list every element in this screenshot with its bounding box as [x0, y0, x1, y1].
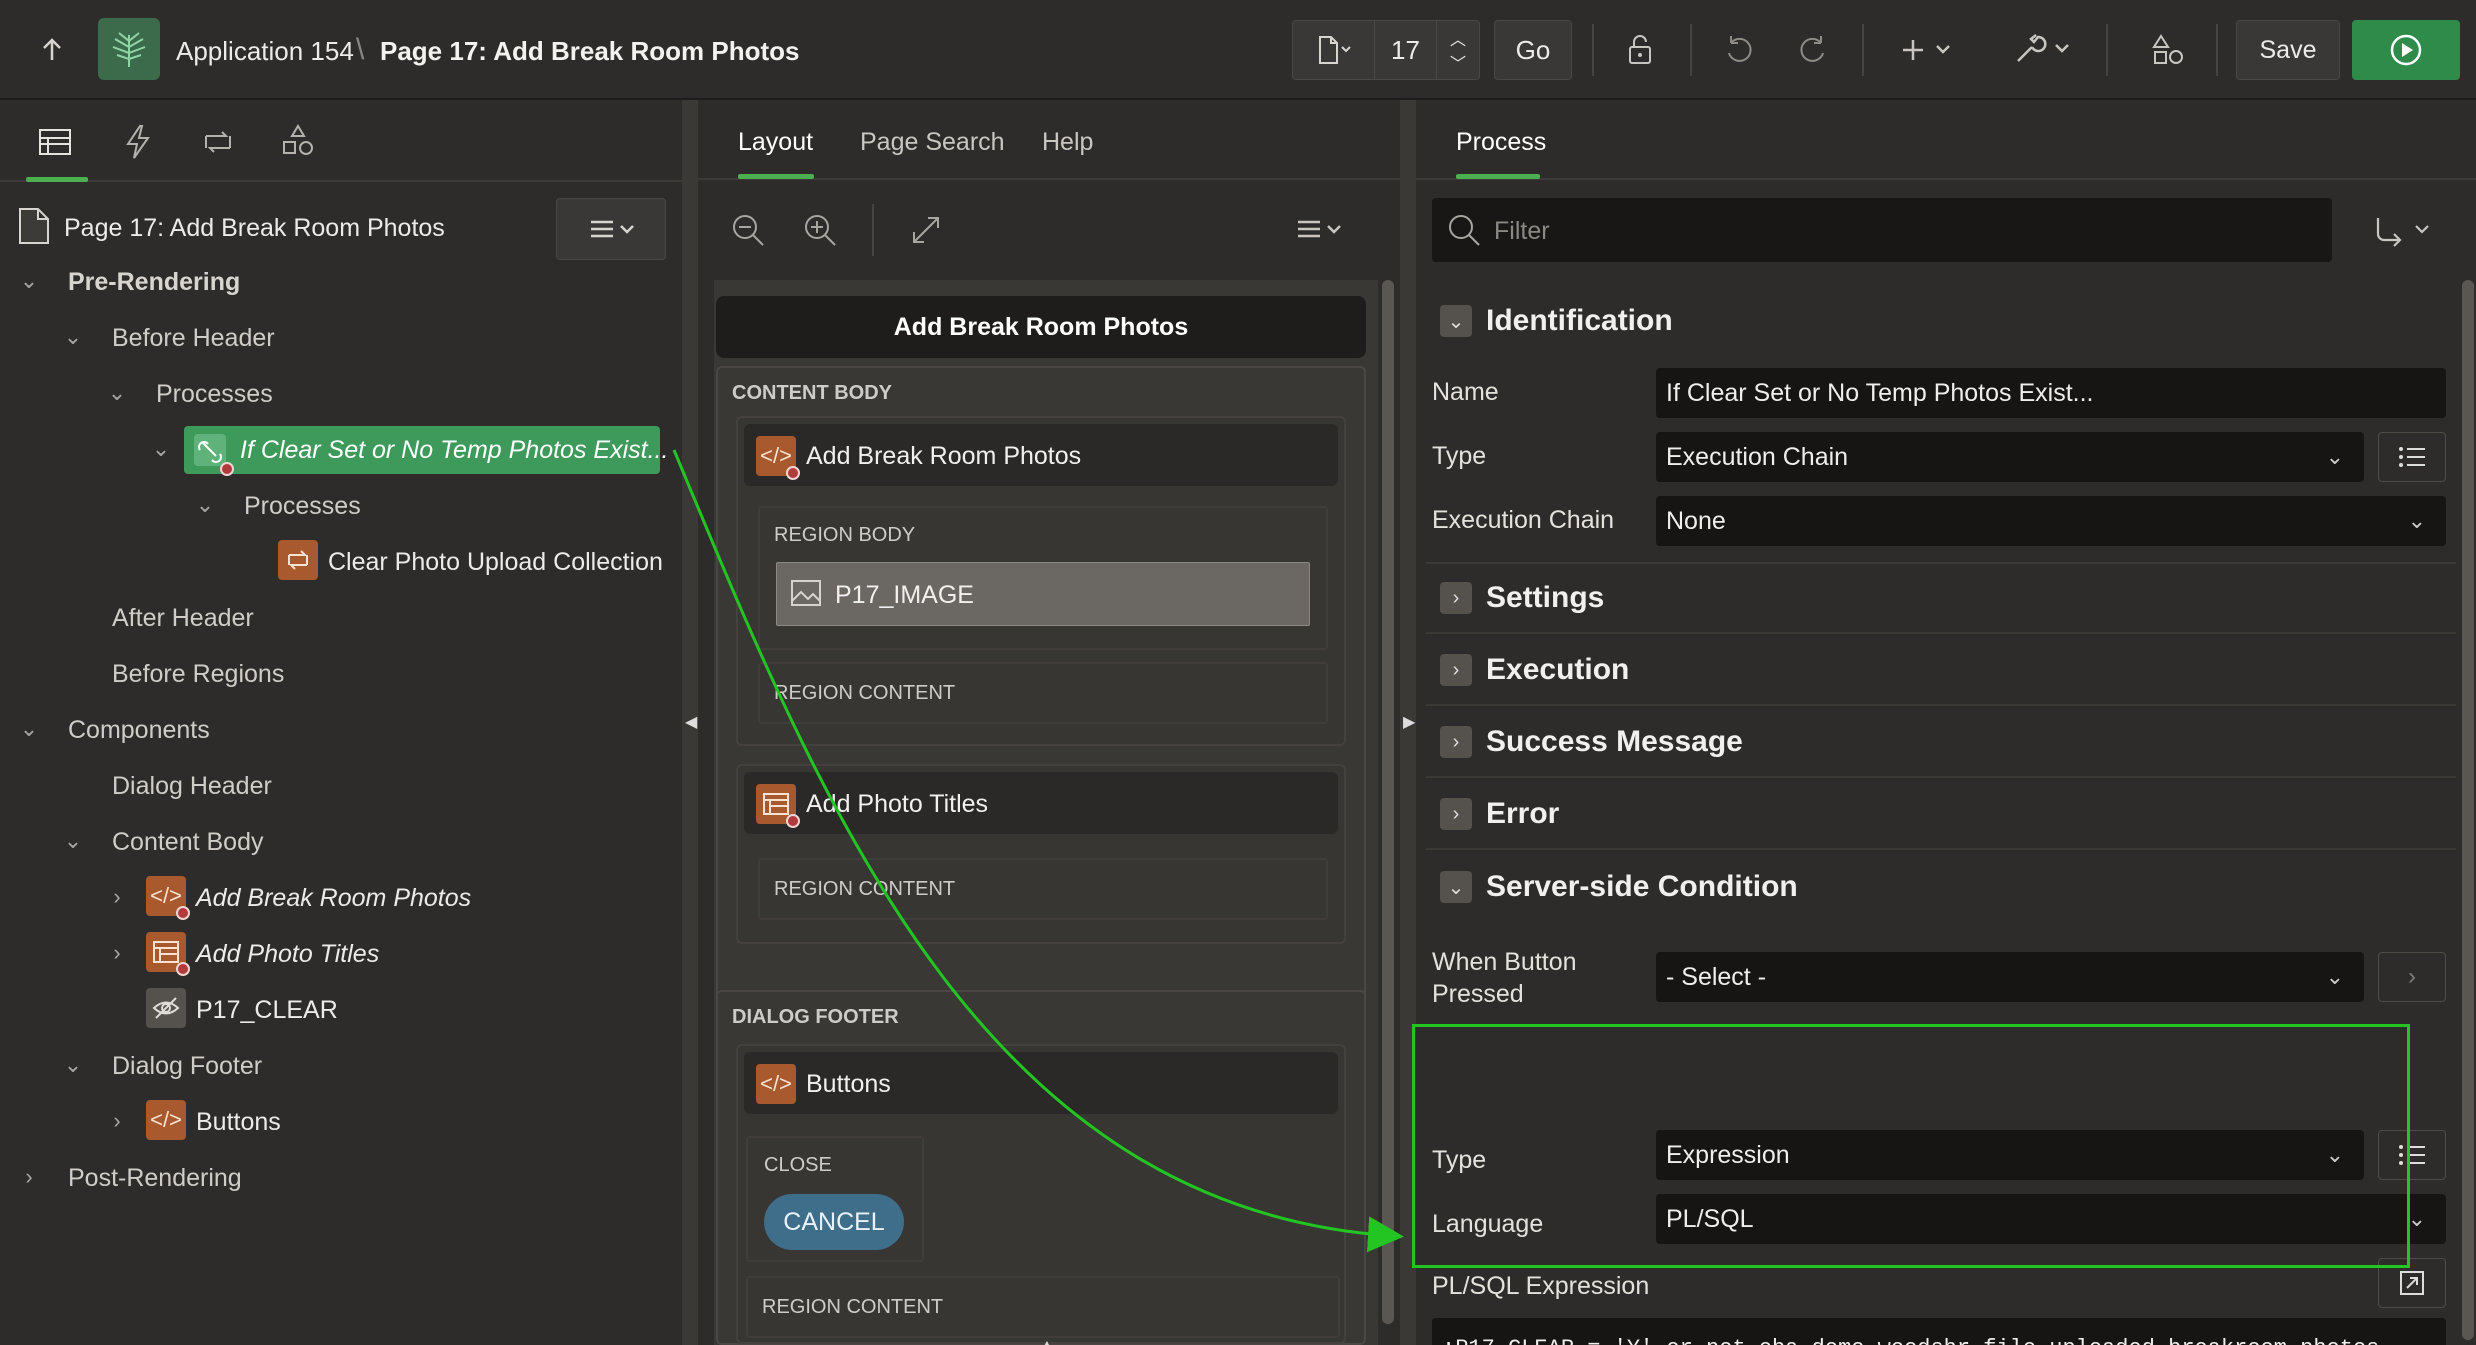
annotation-arrow	[672, 449, 1404, 1253]
